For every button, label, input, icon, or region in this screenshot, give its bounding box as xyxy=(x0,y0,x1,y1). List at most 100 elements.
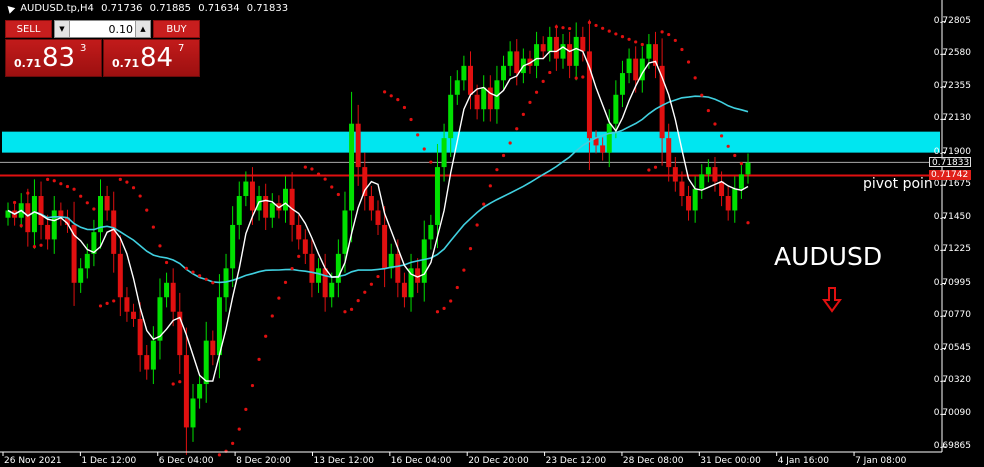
sell-button[interactable]: SELL xyxy=(5,20,52,38)
sar-dot xyxy=(237,427,241,431)
candle xyxy=(269,193,275,228)
candle xyxy=(164,272,170,308)
lot-size-stepper[interactable]: ▼ ▲ xyxy=(54,20,151,39)
sar-dot xyxy=(429,160,433,164)
sar-dot xyxy=(726,144,730,148)
price-tick-label: 0.71225 xyxy=(933,244,971,255)
sar-dot xyxy=(402,105,407,110)
sar-dot xyxy=(343,310,347,314)
price-tick-label: 0.70770 xyxy=(933,310,971,321)
candle xyxy=(461,55,467,91)
candle xyxy=(692,176,698,223)
sell-quote-prefix: 0.71 xyxy=(14,57,42,70)
sar-dot xyxy=(204,277,208,281)
sar-dot xyxy=(125,180,129,184)
buy-quote[interactable]: 0.71 84 7 xyxy=(103,39,200,77)
sar-dot xyxy=(719,134,724,138)
sar-dot xyxy=(32,245,37,249)
buy-button[interactable]: BUY xyxy=(153,20,200,38)
sar-dot xyxy=(310,167,314,171)
candle xyxy=(335,239,341,298)
sar-dot xyxy=(336,192,340,197)
sar-dot xyxy=(455,285,459,290)
candle xyxy=(31,179,37,249)
candle xyxy=(507,41,513,76)
candle xyxy=(190,384,196,442)
candle xyxy=(362,152,368,211)
buy-quote-pips: 84 xyxy=(140,43,174,73)
sar-dot xyxy=(416,133,420,137)
sar-dot xyxy=(290,266,294,271)
candle xyxy=(296,214,302,250)
candle xyxy=(738,164,744,199)
sar-dot xyxy=(323,177,327,181)
candle xyxy=(203,321,209,403)
symbol-timeframe: AUDUSD.tp,H4 xyxy=(20,3,94,14)
candle xyxy=(25,188,31,247)
candle xyxy=(5,202,11,226)
candle xyxy=(468,51,473,110)
sar-dot xyxy=(515,127,519,131)
candle xyxy=(98,179,103,249)
sar-dot xyxy=(297,254,301,258)
sar-dot xyxy=(92,207,96,211)
sar-dot xyxy=(396,98,400,102)
bid-price-tag: 0.71833 xyxy=(929,157,971,168)
sar-dot xyxy=(706,108,710,113)
candle xyxy=(626,48,632,84)
sar-dot xyxy=(693,76,697,80)
candle xyxy=(454,70,460,105)
candle xyxy=(236,181,242,240)
sar-dot xyxy=(667,32,671,37)
candle xyxy=(732,176,738,223)
sar-dot xyxy=(462,268,466,272)
time-tick-label: 20 Dec 20:00 xyxy=(468,456,529,466)
sar-dot xyxy=(316,172,321,176)
sell-quote[interactable]: 0.71 83 3 xyxy=(5,39,102,77)
sar-dot xyxy=(640,42,644,47)
sar-dot xyxy=(105,301,109,305)
candle xyxy=(197,373,203,409)
candle xyxy=(309,239,315,298)
candle xyxy=(745,153,751,184)
sar-dot xyxy=(211,281,215,285)
sar-dot xyxy=(13,200,17,205)
candle xyxy=(719,171,725,207)
chart-window[interactable]: AUDUSD.tp,H4 0.71736 0.71885 0.71634 0.7… xyxy=(0,0,984,467)
candle xyxy=(534,31,540,79)
sar-dot xyxy=(620,35,625,39)
sar-dot xyxy=(561,26,565,30)
sar-dot xyxy=(409,117,413,122)
symbol-header: AUDUSD.tp,H4 0.71736 0.71885 0.71634 0.7… xyxy=(4,2,292,14)
sar-dot xyxy=(376,274,380,279)
candle xyxy=(699,164,705,199)
candle xyxy=(210,330,216,366)
candle xyxy=(355,104,361,186)
ohlc-open: 0.71736 xyxy=(101,3,143,14)
sar-dot xyxy=(435,310,440,314)
sar-dot xyxy=(700,93,704,97)
candle xyxy=(322,253,328,312)
candle xyxy=(514,39,520,86)
sell-quote-pips: 83 xyxy=(42,43,76,73)
lot-decrease-icon[interactable]: ▼ xyxy=(55,21,70,37)
candle xyxy=(316,258,322,293)
sar-dot xyxy=(330,185,334,189)
sar-dot xyxy=(98,304,103,308)
sar-dot xyxy=(746,221,750,225)
sar-dot xyxy=(713,122,717,126)
candle xyxy=(375,200,381,236)
sar-dot xyxy=(231,441,235,445)
candle xyxy=(91,219,97,267)
candle xyxy=(104,185,110,221)
candle xyxy=(157,278,163,360)
sar-dot xyxy=(349,307,354,311)
candle xyxy=(230,206,236,288)
sar-dot xyxy=(79,194,83,198)
candle xyxy=(302,229,308,264)
lot-increase-icon[interactable]: ▲ xyxy=(135,21,150,37)
lot-size-input[interactable] xyxy=(69,21,136,39)
sar-dot xyxy=(46,177,50,181)
sar-dot xyxy=(145,208,149,212)
sar-dot xyxy=(647,168,651,172)
